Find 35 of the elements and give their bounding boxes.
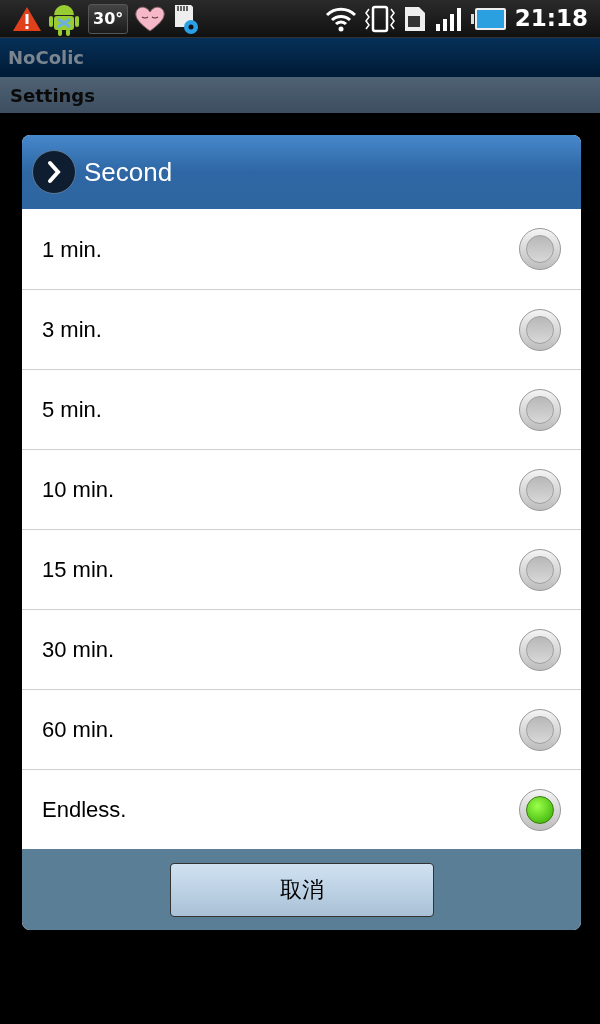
heart-icon bbox=[134, 4, 167, 33]
radio-button[interactable] bbox=[519, 308, 561, 351]
chevron-right-icon bbox=[32, 150, 76, 194]
option-label: 1 min. bbox=[42, 235, 103, 264]
vibrate-icon bbox=[362, 4, 397, 33]
radio-button[interactable] bbox=[519, 468, 561, 511]
cancel-button[interactable]: 取消 bbox=[169, 862, 434, 917]
radio-button[interactable] bbox=[519, 788, 561, 831]
radio-button[interactable] bbox=[519, 708, 561, 751]
option-row[interactable]: 3 min. bbox=[22, 289, 581, 369]
option-label: 30 min. bbox=[42, 636, 116, 664]
temperature-badge: 30° bbox=[88, 3, 129, 34]
wifi-icon bbox=[324, 5, 357, 32]
radio-button[interactable] bbox=[519, 628, 561, 671]
option-label: 15 min. bbox=[42, 556, 116, 584]
option-row[interactable]: 5 min. bbox=[22, 369, 581, 449]
option-label: 10 min. bbox=[42, 476, 116, 504]
option-row[interactable]: 30 min. bbox=[22, 609, 581, 689]
section-title: Settings bbox=[10, 83, 95, 108]
battery-icon bbox=[470, 6, 507, 31]
option-label: 60 min. bbox=[42, 716, 116, 744]
sd-card-settings-icon bbox=[172, 2, 201, 35]
radio-button[interactable] bbox=[519, 388, 561, 431]
radio-button[interactable] bbox=[519, 548, 561, 591]
option-label: 3 min. bbox=[42, 316, 103, 344]
dialog-title: Second bbox=[84, 155, 173, 189]
clock: 21:18 bbox=[514, 4, 588, 34]
option-label: 5 min. bbox=[42, 396, 103, 424]
radio-button[interactable] bbox=[519, 228, 561, 270]
option-row[interactable]: 15 min. bbox=[22, 529, 581, 609]
option-label: Endless. bbox=[42, 796, 128, 824]
option-row[interactable]: 1 min. bbox=[22, 209, 581, 289]
option-row[interactable]: 10 min. bbox=[22, 449, 581, 529]
option-row[interactable]: 60 min. bbox=[22, 689, 581, 769]
app-title: NoColic bbox=[8, 46, 85, 70]
